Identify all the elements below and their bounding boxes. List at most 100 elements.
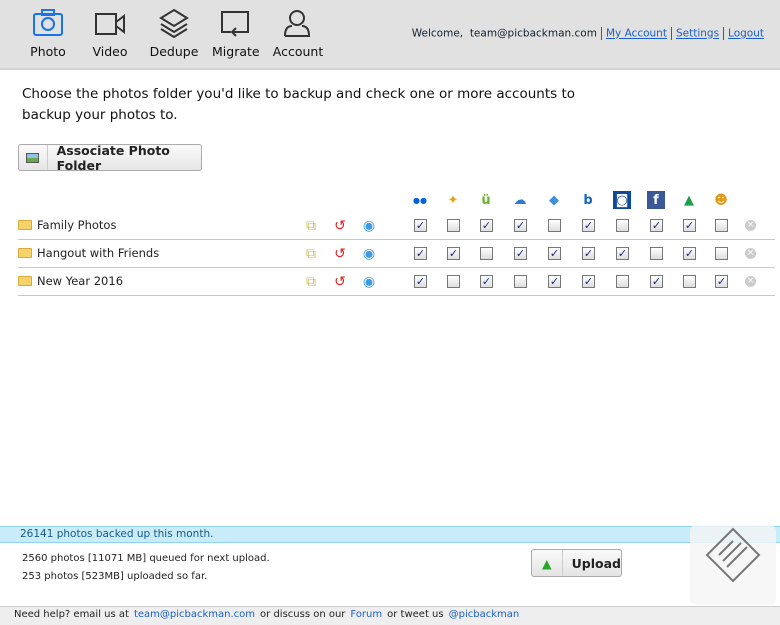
nav-label: Migrate: [212, 44, 260, 59]
backup-checkbox-bear-service[interactable]: [715, 247, 728, 260]
picture-icon: [19, 145, 48, 170]
folder-icon: [18, 248, 32, 258]
backup-checkbox-photo-service[interactable]: [616, 275, 629, 288]
backup-checkbox-facebook[interactable]: [650, 247, 663, 260]
user-icon: [284, 10, 311, 37]
remove-folder-icon[interactable]: ×: [745, 248, 756, 259]
upload-arrow-icon: ▲: [532, 550, 563, 576]
backup-checkbox-box[interactable]: ✓: [582, 219, 595, 232]
backup-checkbox-smugmug[interactable]: [480, 247, 493, 260]
nav-label: Photo: [30, 44, 66, 59]
folder-icon: [18, 220, 32, 230]
top-bar: Photo Video Dedupe Migrate Account Welco…: [0, 0, 780, 70]
view-eye-icon[interactable]: ◉: [361, 246, 377, 262]
associate-photo-folder-button[interactable]: Associate Photo Folder: [18, 142, 202, 173]
folder-name: New Year 2016: [37, 274, 124, 288]
facebook-icon: f: [647, 191, 665, 209]
backup-checkbox-google-photos[interactable]: [447, 219, 460, 232]
my-account-link[interactable]: My Account: [606, 28, 667, 40]
view-eye-icon[interactable]: ◉: [361, 274, 377, 290]
backup-checkbox-google-photos[interactable]: ✓: [447, 247, 460, 260]
tweet-text: or tweet us: [387, 609, 444, 620]
backup-checkbox-onedrive[interactable]: ✓: [514, 247, 527, 260]
backup-checkbox-smugmug[interactable]: ✓: [480, 219, 493, 232]
move-folder-icon[interactable]: ⧉: [303, 274, 319, 290]
google-photos-icon: ✦: [447, 192, 459, 208]
backup-checkbox-flickr[interactable]: ✓: [414, 275, 427, 288]
folder-name: Hangout with Friends: [37, 246, 160, 260]
onedrive-icon: ☁: [513, 192, 527, 208]
folder-row: Family Photos ⧉ ↺ ◉ ✓ ✓ ✓ ✓ ✓ ✓ ×: [18, 212, 775, 240]
twitter-link[interactable]: @picbackman: [449, 609, 520, 620]
footer: Need help? email us at team@picbackman.co…: [0, 606, 780, 625]
backup-checkbox-bear-service[interactable]: ✓: [715, 275, 728, 288]
backup-checkbox-box[interactable]: ✓: [582, 247, 595, 260]
backup-checkbox-dropbox[interactable]: ✓: [548, 275, 561, 288]
folder-icon: [18, 276, 32, 286]
queued-text: 2560 photos [11071 MB] queued for next u…: [22, 553, 270, 564]
backup-checkbox-bear-service[interactable]: [715, 219, 728, 232]
nav-label: Dedupe: [149, 44, 199, 59]
logout-link[interactable]: Logout: [728, 28, 764, 40]
video-icon: [95, 13, 125, 35]
dropbox-icon: ◆: [549, 192, 559, 208]
remove-folder-icon[interactable]: ×: [745, 220, 756, 231]
photo-service-icon: ◙: [613, 191, 631, 209]
backup-checkbox-facebook[interactable]: ✓: [650, 275, 663, 288]
camera-icon: [33, 9, 63, 36]
nav-label: Account: [272, 44, 324, 59]
backup-checkbox-google-drive[interactable]: ✓: [683, 219, 696, 232]
nav-migrate[interactable]: Migrate: [212, 8, 260, 59]
nav-photo[interactable]: Photo: [28, 8, 68, 59]
backup-checkbox-box[interactable]: ✓: [582, 275, 595, 288]
watermark-logo: [690, 525, 776, 605]
support-email-link[interactable]: team@picbackman.com: [134, 609, 255, 620]
upload-label: Upload: [571, 555, 621, 571]
box-icon: b: [583, 192, 593, 208]
backup-checkbox-flickr[interactable]: ✓: [414, 247, 427, 260]
user-email: team@picbackman.com: [469, 27, 597, 40]
backup-checkbox-photo-service[interactable]: [616, 219, 629, 232]
move-folder-icon[interactable]: ⧉: [303, 246, 319, 262]
settings-link[interactable]: Settings: [676, 28, 719, 40]
flickr-icon: ●●: [413, 195, 427, 205]
welcome-text: Welcome,: [411, 27, 464, 40]
welcome-bar: Welcome, team@picbackman.com My Account Se…: [412, 27, 764, 40]
refresh-icon[interactable]: ↺: [332, 274, 348, 290]
nav-account[interactable]: Account: [272, 8, 324, 59]
backup-checkbox-google-drive[interactable]: ✓: [683, 247, 696, 260]
upload-button[interactable]: ▲ Upload: [531, 549, 622, 577]
refresh-icon[interactable]: ↺: [332, 218, 348, 234]
monthly-status: 26141 photos backed up this month.: [0, 526, 780, 543]
discuss-text: or discuss on our: [260, 609, 346, 620]
migrate-icon: [221, 11, 249, 37]
folder-row: New Year 2016 ⧉ ↺ ◉ ✓ ✓ ✓ ✓ ✓ ✓ ×: [18, 268, 775, 296]
backup-checkbox-photo-service[interactable]: ✓: [616, 247, 629, 260]
backup-checkbox-facebook[interactable]: ✓: [650, 219, 663, 232]
help-text: Need help? email us at: [14, 609, 129, 620]
nav-dedupe[interactable]: Dedupe: [148, 8, 200, 59]
remove-folder-icon[interactable]: ×: [745, 276, 756, 287]
backup-checkbox-onedrive[interactable]: ✓: [514, 219, 527, 232]
bear-service-icon: ☻: [714, 192, 728, 208]
view-eye-icon[interactable]: ◉: [361, 218, 377, 234]
nav-video[interactable]: Video: [90, 8, 130, 59]
associate-label: Associate Photo Folder: [56, 142, 170, 173]
folder-name: Family Photos: [37, 218, 117, 232]
uploaded-text: 253 photos [523MB] uploaded so far.: [22, 571, 208, 582]
google-drive-icon: ▲: [684, 192, 694, 208]
backup-checkbox-smugmug[interactable]: ✓: [480, 275, 493, 288]
backup-checkbox-google-photos[interactable]: [447, 275, 460, 288]
smugmug-icon: ü: [481, 192, 491, 208]
backup-checkbox-google-drive[interactable]: [683, 275, 696, 288]
backup-checkbox-dropbox[interactable]: [548, 219, 561, 232]
refresh-icon[interactable]: ↺: [332, 246, 348, 262]
nav-label: Video: [92, 44, 128, 59]
move-folder-icon[interactable]: ⧉: [303, 218, 319, 234]
backup-checkbox-onedrive[interactable]: [514, 275, 527, 288]
backup-checkbox-dropbox[interactable]: ✓: [548, 247, 561, 260]
folder-row: Hangout with Friends ⧉ ↺ ◉ ✓ ✓ ✓ ✓ ✓ ✓ ✓ ×: [18, 240, 775, 268]
layers-icon: [159, 8, 189, 38]
backup-checkbox-flickr[interactable]: ✓: [414, 219, 427, 232]
forum-link[interactable]: Forum: [350, 609, 382, 620]
